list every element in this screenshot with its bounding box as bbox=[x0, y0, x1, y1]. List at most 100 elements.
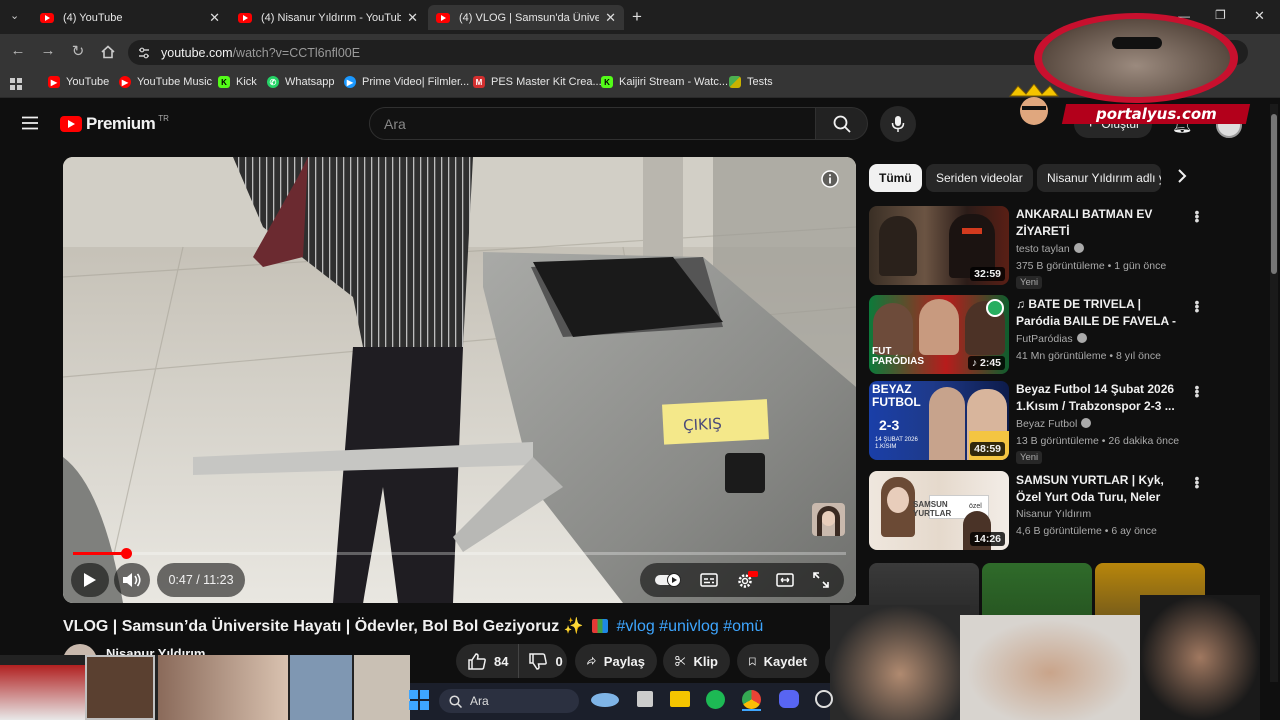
taskbar-search-input[interactable]: Ara bbox=[439, 689, 579, 713]
clip-button[interactable]: Klip bbox=[663, 644, 730, 678]
chip-scroll-right-icon[interactable] bbox=[1176, 168, 1188, 189]
bookmark-youtube-music[interactable]: ▶ YouTube Music bbox=[119, 76, 212, 88]
save-label: Kaydet bbox=[763, 653, 807, 669]
site-info-icon[interactable] bbox=[137, 46, 151, 65]
chip-channel-videos[interactable]: Nisanur Yıldırım adlı y bbox=[1037, 164, 1161, 192]
bookmark-label: Whatsapp bbox=[285, 76, 335, 88]
apps-grid-icon[interactable] bbox=[10, 77, 22, 95]
chip-series-videos[interactable]: Seriden videolar bbox=[926, 164, 1033, 192]
autoplay-toggle-icon[interactable] bbox=[655, 573, 682, 587]
suggested-thumbnail[interactable]: 32:59 bbox=[869, 206, 1009, 285]
back-arrow-icon[interactable]: ← bbox=[9, 42, 27, 59]
suggested-thumbnail[interactable]: SAMSUN YURTLAR özel 14:26 bbox=[869, 471, 1009, 550]
chrome-icon[interactable] bbox=[742, 690, 761, 709]
more-vertical-icon[interactable]: • • • bbox=[1192, 380, 1202, 402]
share-button[interactable]: Paylaş bbox=[575, 644, 657, 678]
suggested-thumbnail[interactable]: BEYAZ FUTBOL 2-3 14 ŞUBAT 2026 1.KISIM 4… bbox=[869, 381, 1009, 460]
suggested-title[interactable]: ANKARALI BATMAN EV ZİYARETİ bbox=[1016, 206, 1186, 239]
search-input[interactable]: Ara bbox=[369, 107, 816, 140]
settings-gear-icon[interactable] bbox=[736, 571, 758, 589]
suggested-channel[interactable]: FutParódias bbox=[1016, 333, 1087, 345]
more-vertical-icon[interactable]: • • • bbox=[1192, 205, 1202, 227]
youtube-premium-logo[interactable]: Premium TR bbox=[60, 114, 169, 134]
subtitles-icon[interactable] bbox=[699, 573, 718, 587]
page-scrollbar-track[interactable] bbox=[1270, 104, 1278, 682]
browser-tab-2[interactable]: (4) Nisanur Yıldırım - YouTube ✕ bbox=[230, 5, 426, 30]
bookmark-youtube[interactable]: ▶ YouTube bbox=[48, 76, 109, 88]
volume-button[interactable] bbox=[114, 563, 150, 597]
save-button[interactable]: Kaydet bbox=[737, 644, 819, 678]
verified-badge-icon bbox=[1073, 243, 1084, 253]
suggested-title[interactable]: Beyaz Futbol 14 Şubat 2026 1.Kısım / Tra… bbox=[1016, 381, 1186, 414]
task-view-icon[interactable] bbox=[637, 691, 653, 707]
tab-search-chevron-icon[interactable]: ⌄ bbox=[10, 9, 19, 22]
dislike-button[interactable]: 0 bbox=[519, 644, 572, 678]
webcam-feed bbox=[1042, 19, 1230, 97]
bookmark-prime-video[interactable]: ▶ Prime Video| Filmler... bbox=[344, 76, 469, 88]
fullscreen-icon[interactable] bbox=[812, 572, 829, 588]
browser-tab-1[interactable]: (4) YouTube ✕ bbox=[32, 5, 228, 30]
voice-search-button[interactable] bbox=[880, 106, 916, 142]
bookmark-whatsapp[interactable]: ✆ Whatsapp bbox=[267, 76, 335, 88]
suggested-channel[interactable]: Nisanur Yıldırım bbox=[1016, 508, 1091, 520]
video-hashtags[interactable]: #vlog #univlog #omü bbox=[616, 618, 763, 635]
page-scrollbar-thumb[interactable] bbox=[1271, 114, 1277, 274]
hamburger-menu-icon[interactable] bbox=[22, 116, 38, 135]
stream-overlay-clips bbox=[0, 655, 410, 720]
thumbnail-overlay-text: SAMSUN YURTLAR bbox=[913, 500, 952, 518]
widgets-icon[interactable] bbox=[591, 693, 619, 707]
suggested-title[interactable]: SAMSUN YURTLAR | Kyk, Özel Yurt Oda Turu… bbox=[1016, 472, 1186, 505]
browser-tab-3-active[interactable]: (4) VLOG | Samsun'da Üniversite Hayatı ✕ bbox=[428, 5, 624, 30]
play-icon bbox=[84, 573, 96, 587]
like-dislike-group: 84 0 bbox=[456, 644, 567, 678]
suggested-channel[interactable]: testo taylan bbox=[1016, 243, 1084, 255]
progress-bar-track[interactable] bbox=[73, 548, 846, 559]
suggested-channel[interactable]: Beyaz Futbol bbox=[1016, 418, 1092, 430]
spotify-icon[interactable] bbox=[706, 690, 725, 709]
home-icon[interactable] bbox=[100, 44, 116, 65]
more-vertical-icon[interactable]: • • • bbox=[1192, 471, 1202, 493]
music-note-icon: ♪ bbox=[971, 357, 980, 369]
close-tab-icon[interactable]: ✕ bbox=[209, 10, 220, 26]
suggested-title[interactable]: ♫ BATE DE TRIVELA | Paródia BAILE DE FAV… bbox=[1016, 296, 1186, 329]
like-count: 84 bbox=[494, 653, 509, 669]
thumbnail-date-text: 14 ŞUBAT 2026 1.KISIM bbox=[875, 437, 918, 450]
channel-label: Beyaz Futbol bbox=[1016, 418, 1078, 430]
bookmark-kaijiri-stream[interactable]: K Kaijiri Stream - Watc... bbox=[601, 76, 728, 88]
suggested-thumbnail[interactable]: FUT PARÓDIAS ♪ 2:45 bbox=[869, 295, 1009, 374]
tests-icon bbox=[729, 76, 741, 88]
suggested-meta: 13 B görüntüleme • 26 dakika önce bbox=[1016, 435, 1180, 447]
search-button[interactable] bbox=[816, 107, 868, 140]
restore-window-icon[interactable]: ❐ bbox=[1215, 8, 1226, 22]
miniplayer-icon[interactable] bbox=[776, 573, 795, 587]
video-player[interactable]: ÇIKIŞ 0:47 / 11:23 bbox=[63, 157, 856, 603]
play-button[interactable] bbox=[71, 563, 109, 597]
forward-arrow-icon[interactable]: → bbox=[39, 42, 57, 59]
reload-icon[interactable]: ↻ bbox=[69, 42, 87, 60]
info-icon[interactable] bbox=[821, 170, 839, 193]
share-arrow-icon bbox=[587, 656, 596, 665]
bookmark-tests[interactable]: Tests bbox=[729, 76, 773, 88]
file-explorer-icon[interactable] bbox=[670, 691, 690, 707]
new-badge: Yeni bbox=[1016, 276, 1043, 289]
close-tab-icon[interactable]: ✕ bbox=[407, 10, 418, 26]
more-vertical-icon[interactable]: • • • bbox=[1192, 295, 1202, 317]
streamer-mascot-logo bbox=[1004, 83, 1064, 126]
bookmark-pes-master[interactable]: M PES Master Kit Crea... bbox=[473, 76, 602, 88]
bookmark-kick[interactable]: K Kick bbox=[218, 76, 257, 88]
discord-icon[interactable] bbox=[779, 690, 799, 708]
windows-start-icon[interactable] bbox=[409, 690, 429, 715]
like-button[interactable]: 84 bbox=[456, 644, 520, 678]
verified-badge-icon bbox=[1076, 333, 1087, 343]
bookmark-label: Prime Video| Filmler... bbox=[362, 76, 470, 88]
close-tab-icon[interactable]: ✕ bbox=[605, 10, 616, 26]
video-duration: 48:59 bbox=[970, 442, 1005, 456]
clock-app-icon[interactable] bbox=[815, 690, 833, 708]
watermark-text: portalyus.com bbox=[1095, 105, 1217, 123]
tab-title: (4) YouTube bbox=[63, 11, 123, 24]
close-window-icon[interactable]: ✕ bbox=[1254, 8, 1265, 24]
channel-watermark-avatar[interactable] bbox=[812, 503, 845, 536]
url-path: /watch?v=CCTl6nfl00E bbox=[232, 45, 361, 60]
new-tab-plus-icon[interactable]: + bbox=[632, 7, 642, 27]
chip-all[interactable]: Tümü bbox=[869, 164, 922, 192]
